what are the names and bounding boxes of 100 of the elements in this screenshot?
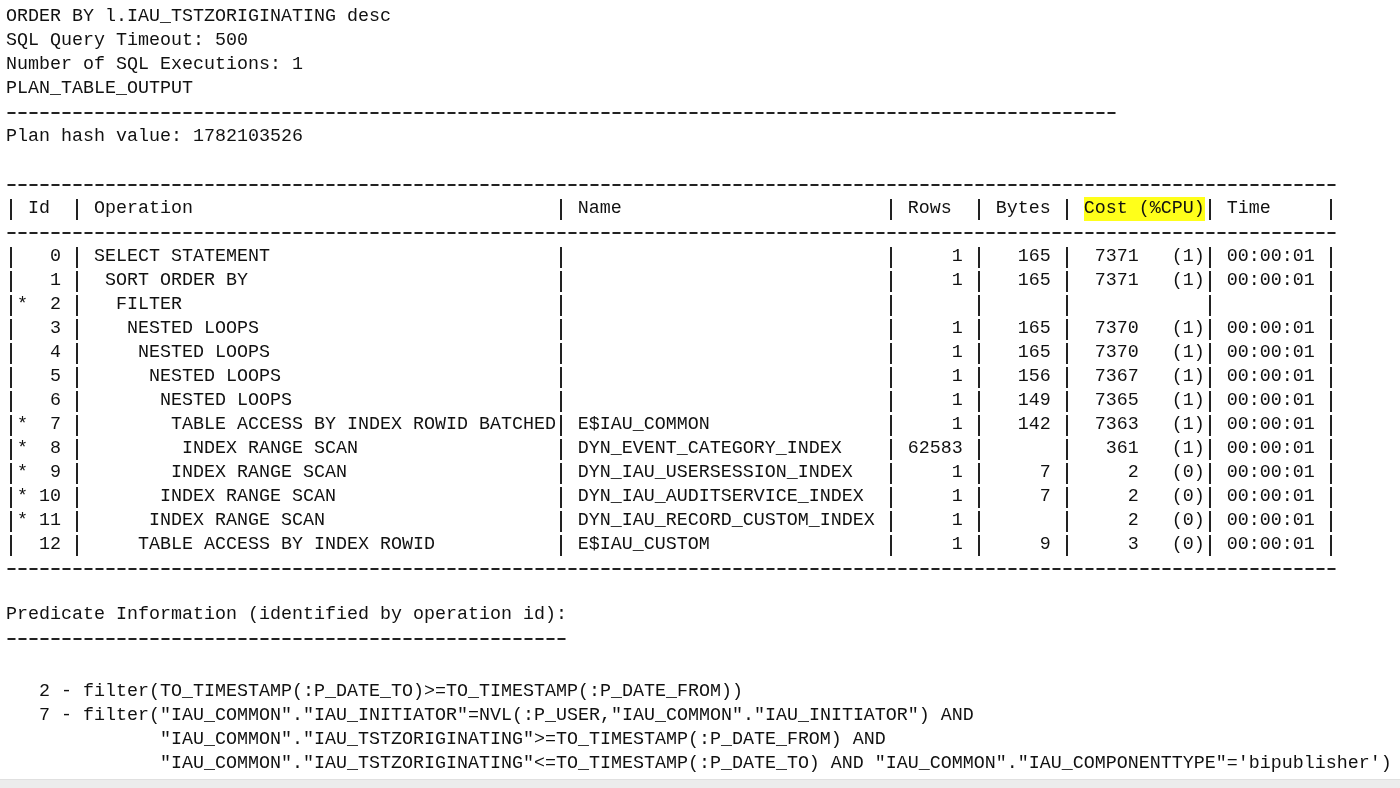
operation-cell: INDEX RANGE SCAN [148, 509, 325, 533]
bytes-cell: 7 [1039, 461, 1051, 485]
cpu-cell: (1) [1171, 245, 1205, 269]
cpu-cell: (1) [1171, 437, 1205, 461]
id-cell: 3 [50, 317, 61, 341]
time-cell: 00:00:01 [1226, 509, 1315, 533]
cost-cell: 2 [1127, 485, 1139, 509]
rows-cell: 1 [951, 413, 963, 437]
operation-cell: FILTER [115, 293, 182, 317]
bytes-cell: 165 [1017, 341, 1051, 365]
id-cell: 4 [50, 341, 61, 365]
name-cell: E$IAU_CUSTOM [577, 533, 710, 557]
cpu-cell: (1) [1171, 269, 1205, 293]
cost-cell: 7367 [1094, 365, 1139, 389]
name-cell: DYN_IAU_AUDITSERVICE_INDEX [577, 485, 864, 509]
operation-cell: TABLE ACCESS BY INDEX ROWID [137, 533, 435, 557]
plan-hash-value: Plan hash value: 1782103526 [6, 125, 303, 149]
bytes-cell: 165 [1017, 245, 1051, 269]
time-cell: 00:00:01 [1226, 245, 1315, 269]
section-title: Predicate Information (identified by operation id): [6, 603, 567, 627]
name-cell: DYN_IAU_RECORD_CUSTOM_INDEX [577, 509, 875, 533]
time-cell: 00:00:01 [1226, 365, 1315, 389]
id-cell: 1 [50, 269, 61, 293]
cpu-cell: (1) [1171, 365, 1205, 389]
column-header: Bytes [995, 197, 1051, 221]
operation-cell: NESTED LOOPS [126, 317, 259, 341]
column-header: Cost (%CPU) [1083, 197, 1205, 221]
column-header: Rows [907, 197, 952, 221]
time-cell: 00:00:01 [1226, 461, 1315, 485]
id-cell: 9 [50, 461, 61, 485]
id-cell: 11 [39, 509, 61, 533]
cost-cell: 361 [1105, 437, 1139, 461]
bytes-cell: 165 [1017, 269, 1051, 293]
predicate-text: filter("IAU_COMMON"."IAU_INITIATOR"=NVL(:P_USER,"IAU_COMMON"."IAU_INITIATOR") AND "IAU_COMMON"."IAU_TSTZORIGINATING">=TO_TIMESTAMP(:P_DATE_FROM) AND "IAU_COMMON"."IAU_TSTZORIGINATING"<=TO_TIMESTAMP(:P_DATE_TO) AND "IAU_COMMON"."IAU_COMPONENTTYPE"='bipublisher') [82, 704, 1392, 776]
cost-cell: 2 [1127, 509, 1139, 533]
rows-cell: 1 [951, 245, 963, 269]
rows-cell: 1 [951, 341, 963, 365]
rows-cell: 1 [951, 365, 963, 389]
predicate-id: 2 - [39, 680, 73, 704]
id-cell: 7 [50, 413, 61, 437]
time-cell: 00:00:01 [1226, 317, 1315, 341]
time-cell: 00:00:01 [1226, 533, 1315, 557]
rows-cell: 1 [951, 509, 963, 533]
cpu-cell: (1) [1171, 317, 1205, 341]
operation-cell: INDEX RANGE SCAN [181, 437, 358, 461]
rows-cell: 1 [951, 533, 963, 557]
operation-cell: NESTED LOOPS [148, 365, 281, 389]
column-header: Time [1226, 197, 1271, 221]
operation-cell: INDEX RANGE SCAN [159, 485, 336, 509]
bytes-cell: 156 [1017, 365, 1051, 389]
cpu-cell: (1) [1171, 413, 1205, 437]
cost-cell: 7363 [1094, 413, 1139, 437]
bytes-cell: 9 [1039, 533, 1051, 557]
column-header: Name [577, 197, 622, 221]
time-cell: 00:00:01 [1226, 485, 1315, 509]
bytes-cell: 149 [1017, 389, 1051, 413]
horizontal-scrollbar[interactable] [0, 779, 1400, 788]
rows-cell: 1 [951, 269, 963, 293]
operation-cell: NESTED LOOPS [137, 341, 270, 365]
predicate-marker: * [17, 461, 28, 485]
column-header: Id [27, 197, 50, 221]
predicate-marker: * [17, 509, 28, 533]
rows-cell: 1 [951, 389, 963, 413]
operation-cell: TABLE ACCESS BY INDEX ROWID BATCHED [170, 413, 556, 437]
cpu-cell: (0) [1171, 461, 1205, 485]
output-line: ORDER BY l.IAU_TSTZORIGINATING desc [6, 5, 391, 29]
rows-cell: 1 [951, 485, 963, 509]
predicate-id: 7 - [39, 704, 73, 728]
predicate-text: filter(TO_TIMESTAMP(:P_DATE_TO)>=TO_TIMESTAMP(:P_DATE_FROM)) [82, 680, 743, 704]
cpu-cell: (0) [1171, 533, 1205, 557]
predicate-marker: * [17, 413, 28, 437]
column-header: Operation [93, 197, 193, 221]
time-cell: 00:00:01 [1226, 341, 1315, 365]
output-line: PLAN_TABLE_OUTPUT [6, 77, 193, 101]
id-cell: 2 [50, 293, 61, 317]
operation-cell: SELECT STATEMENT [93, 245, 270, 269]
id-cell: 12 [39, 533, 61, 557]
bytes-cell: 7 [1039, 485, 1051, 509]
cost-cell: 7365 [1094, 389, 1139, 413]
cost-cell: 7370 [1094, 341, 1139, 365]
cpu-cell: (1) [1171, 389, 1205, 413]
cost-cell: 3 [1127, 533, 1139, 557]
id-cell: 0 [50, 245, 61, 269]
predicate-marker: * [17, 485, 28, 509]
operation-cell: SORT ORDER BY [104, 269, 248, 293]
rows-cell: 62583 [907, 437, 963, 461]
name-cell: DYN_IAU_USERSESSION_INDEX [577, 461, 853, 485]
predicate-marker: * [17, 293, 28, 317]
cpu-cell: (0) [1171, 509, 1205, 533]
cost-cell: 7371 [1094, 245, 1139, 269]
rows-cell: 1 [951, 461, 963, 485]
cpu-cell: (0) [1171, 485, 1205, 509]
id-cell: 5 [50, 365, 61, 389]
time-cell: 00:00:01 [1226, 269, 1315, 293]
operation-cell: NESTED LOOPS [159, 389, 292, 413]
bytes-cell: 165 [1017, 317, 1051, 341]
bytes-cell: 142 [1017, 413, 1051, 437]
time-cell: 00:00:01 [1226, 413, 1315, 437]
time-cell: 00:00:01 [1226, 389, 1315, 413]
output-line: Number of SQL Executions: 1 [6, 53, 303, 77]
